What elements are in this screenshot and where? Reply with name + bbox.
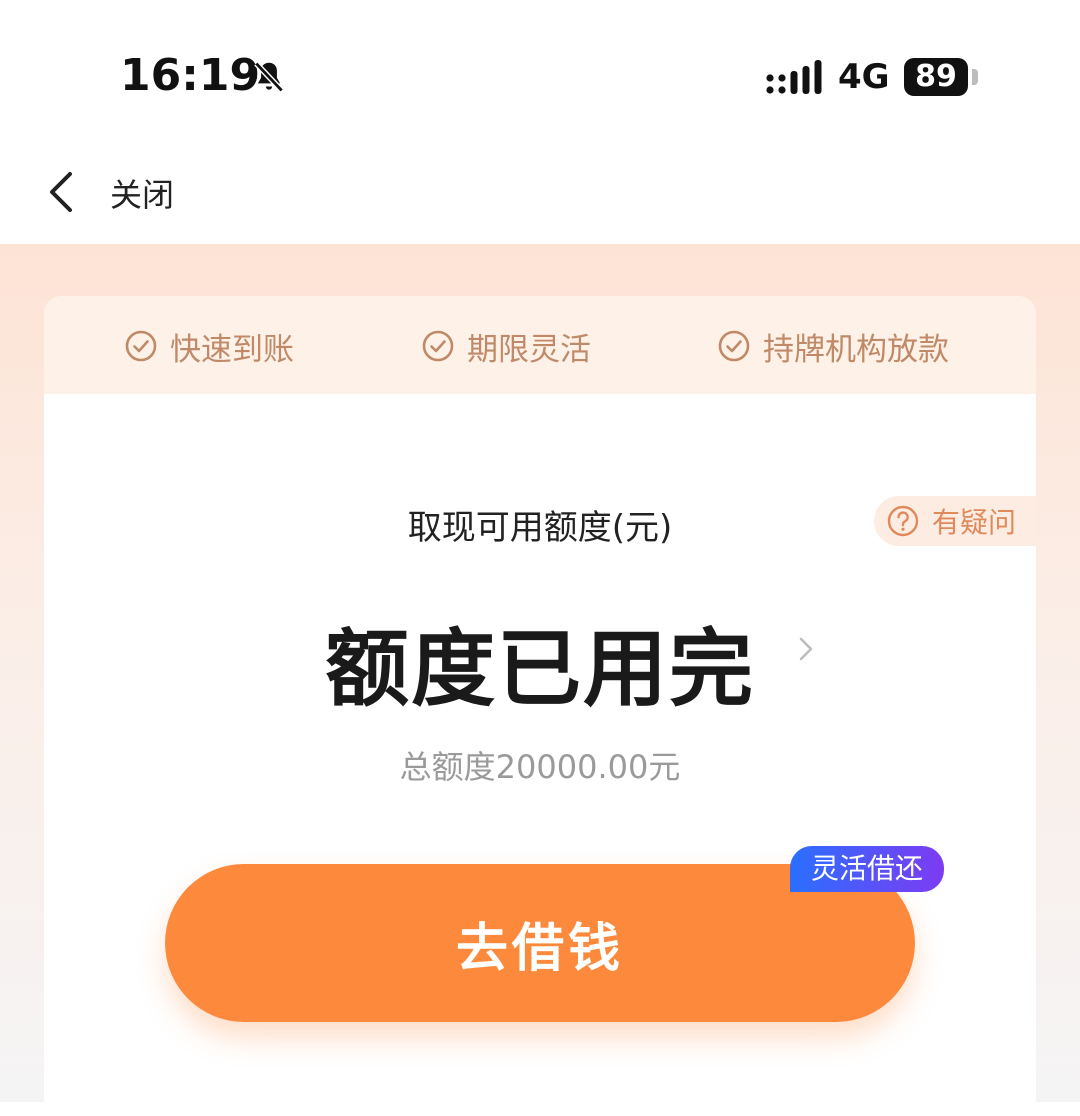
credit-card-panel: 快速到账 期限灵活 持牌机构放款 有疑问 取现可用额度(元) 额度已用完 总额度… bbox=[44, 296, 1036, 1116]
quota-label: 取现可用额度(元) bbox=[407, 508, 673, 548]
feature-item: 快速到账 bbox=[124, 326, 294, 368]
chevron-left-icon[interactable] bbox=[42, 170, 82, 214]
total-quota: 总额度20000.00元 bbox=[399, 748, 681, 786]
feature-item: 持牌机构放款 bbox=[717, 326, 949, 368]
quota-value[interactable]: 额度已用完 bbox=[44, 602, 1036, 723]
close-button[interactable]: 关闭 bbox=[110, 170, 174, 216]
promo-badge: 灵活借还 bbox=[790, 846, 944, 892]
battery-cap bbox=[972, 69, 978, 85]
status-time: 16:19 bbox=[120, 50, 261, 101]
feature-strip: 快速到账 期限灵活 持牌机构放款 bbox=[44, 296, 1036, 394]
network-type: 4G bbox=[838, 57, 890, 97]
feature-label: 期限灵活 bbox=[467, 331, 591, 368]
feature-label: 持牌机构放款 bbox=[763, 331, 949, 368]
status-bar: 16:19 4G 89 bbox=[0, 0, 1080, 150]
check-circle-icon bbox=[422, 330, 454, 362]
feature-label: 快速到账 bbox=[170, 331, 294, 368]
check-circle-icon bbox=[718, 330, 750, 362]
signal-icon bbox=[766, 60, 822, 94]
chevron-right-icon[interactable] bbox=[796, 634, 816, 664]
check-circle-icon bbox=[125, 330, 157, 362]
feature-item: 期限灵活 bbox=[421, 326, 591, 368]
bell-slash-icon bbox=[254, 61, 284, 93]
nav-bar: 关闭 bbox=[0, 150, 1080, 244]
battery-indicator: 89 bbox=[904, 58, 968, 96]
